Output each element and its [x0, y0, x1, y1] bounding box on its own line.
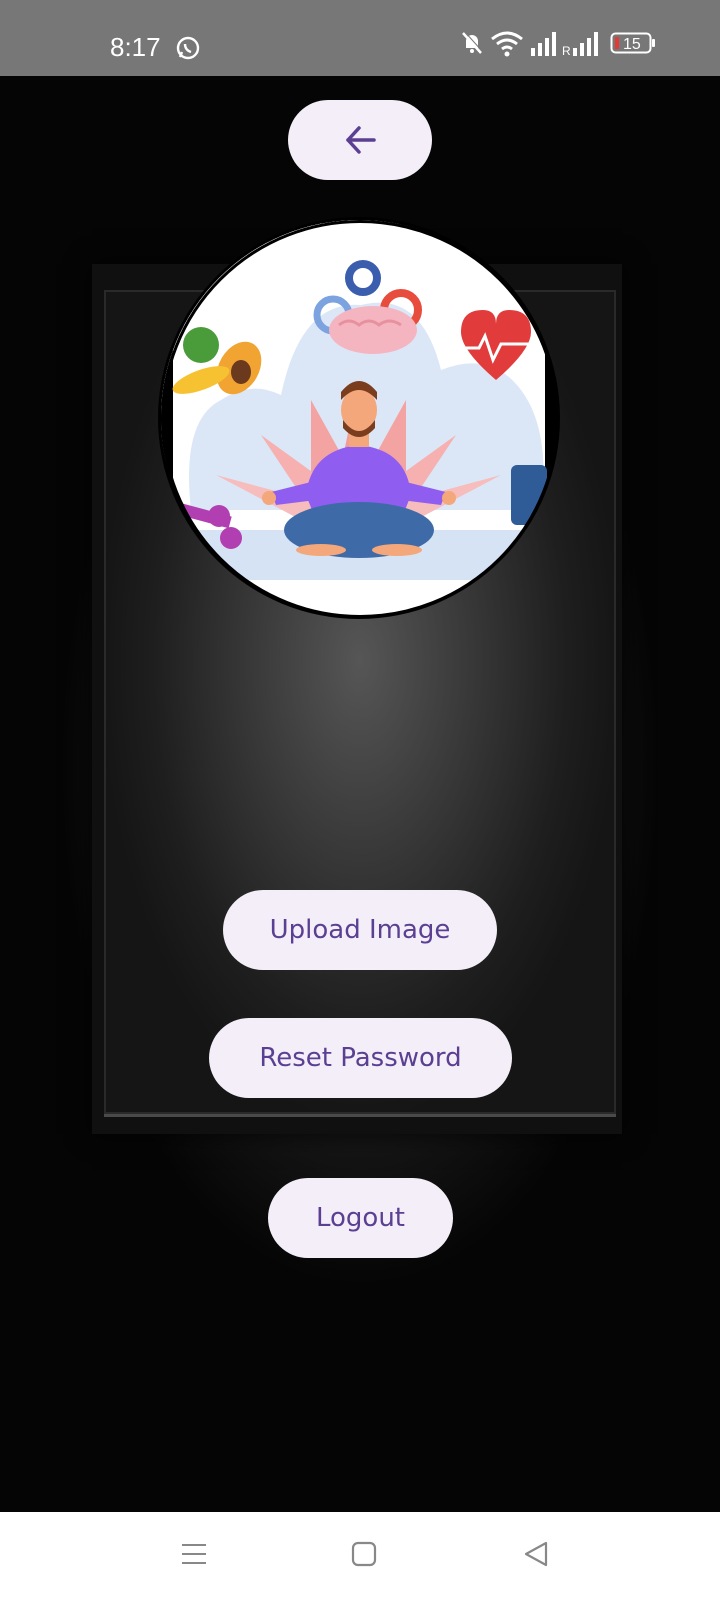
back-button[interactable]	[288, 100, 432, 180]
signal-icon	[531, 32, 556, 56]
status-icons: R 15	[460, 30, 670, 64]
frame-highlight	[104, 1114, 616, 1117]
mute-icon	[462, 31, 483, 54]
signal-roaming-icon	[573, 32, 598, 56]
back-icon[interactable]	[522, 1540, 550, 1568]
whatsapp-icon	[176, 36, 200, 60]
wifi-icon	[491, 31, 523, 57]
status-bar: 8:17 R 15	[0, 0, 720, 76]
reset-password-button[interactable]: Reset Password	[209, 1018, 512, 1098]
menu-icon[interactable]	[180, 1540, 208, 1568]
roaming-letter: R	[562, 44, 571, 58]
status-time: 8:17	[110, 32, 161, 62]
home-icon[interactable]	[350, 1540, 378, 1568]
upload-image-button[interactable]: Upload Image	[223, 890, 497, 970]
arrow-left-icon	[346, 126, 376, 154]
logout-button[interactable]: Logout	[268, 1178, 453, 1258]
battery-level: 15	[623, 36, 641, 53]
navigation-bar	[0, 1512, 720, 1600]
meditation-illustration	[161, 220, 557, 616]
profile-avatar	[161, 220, 557, 616]
